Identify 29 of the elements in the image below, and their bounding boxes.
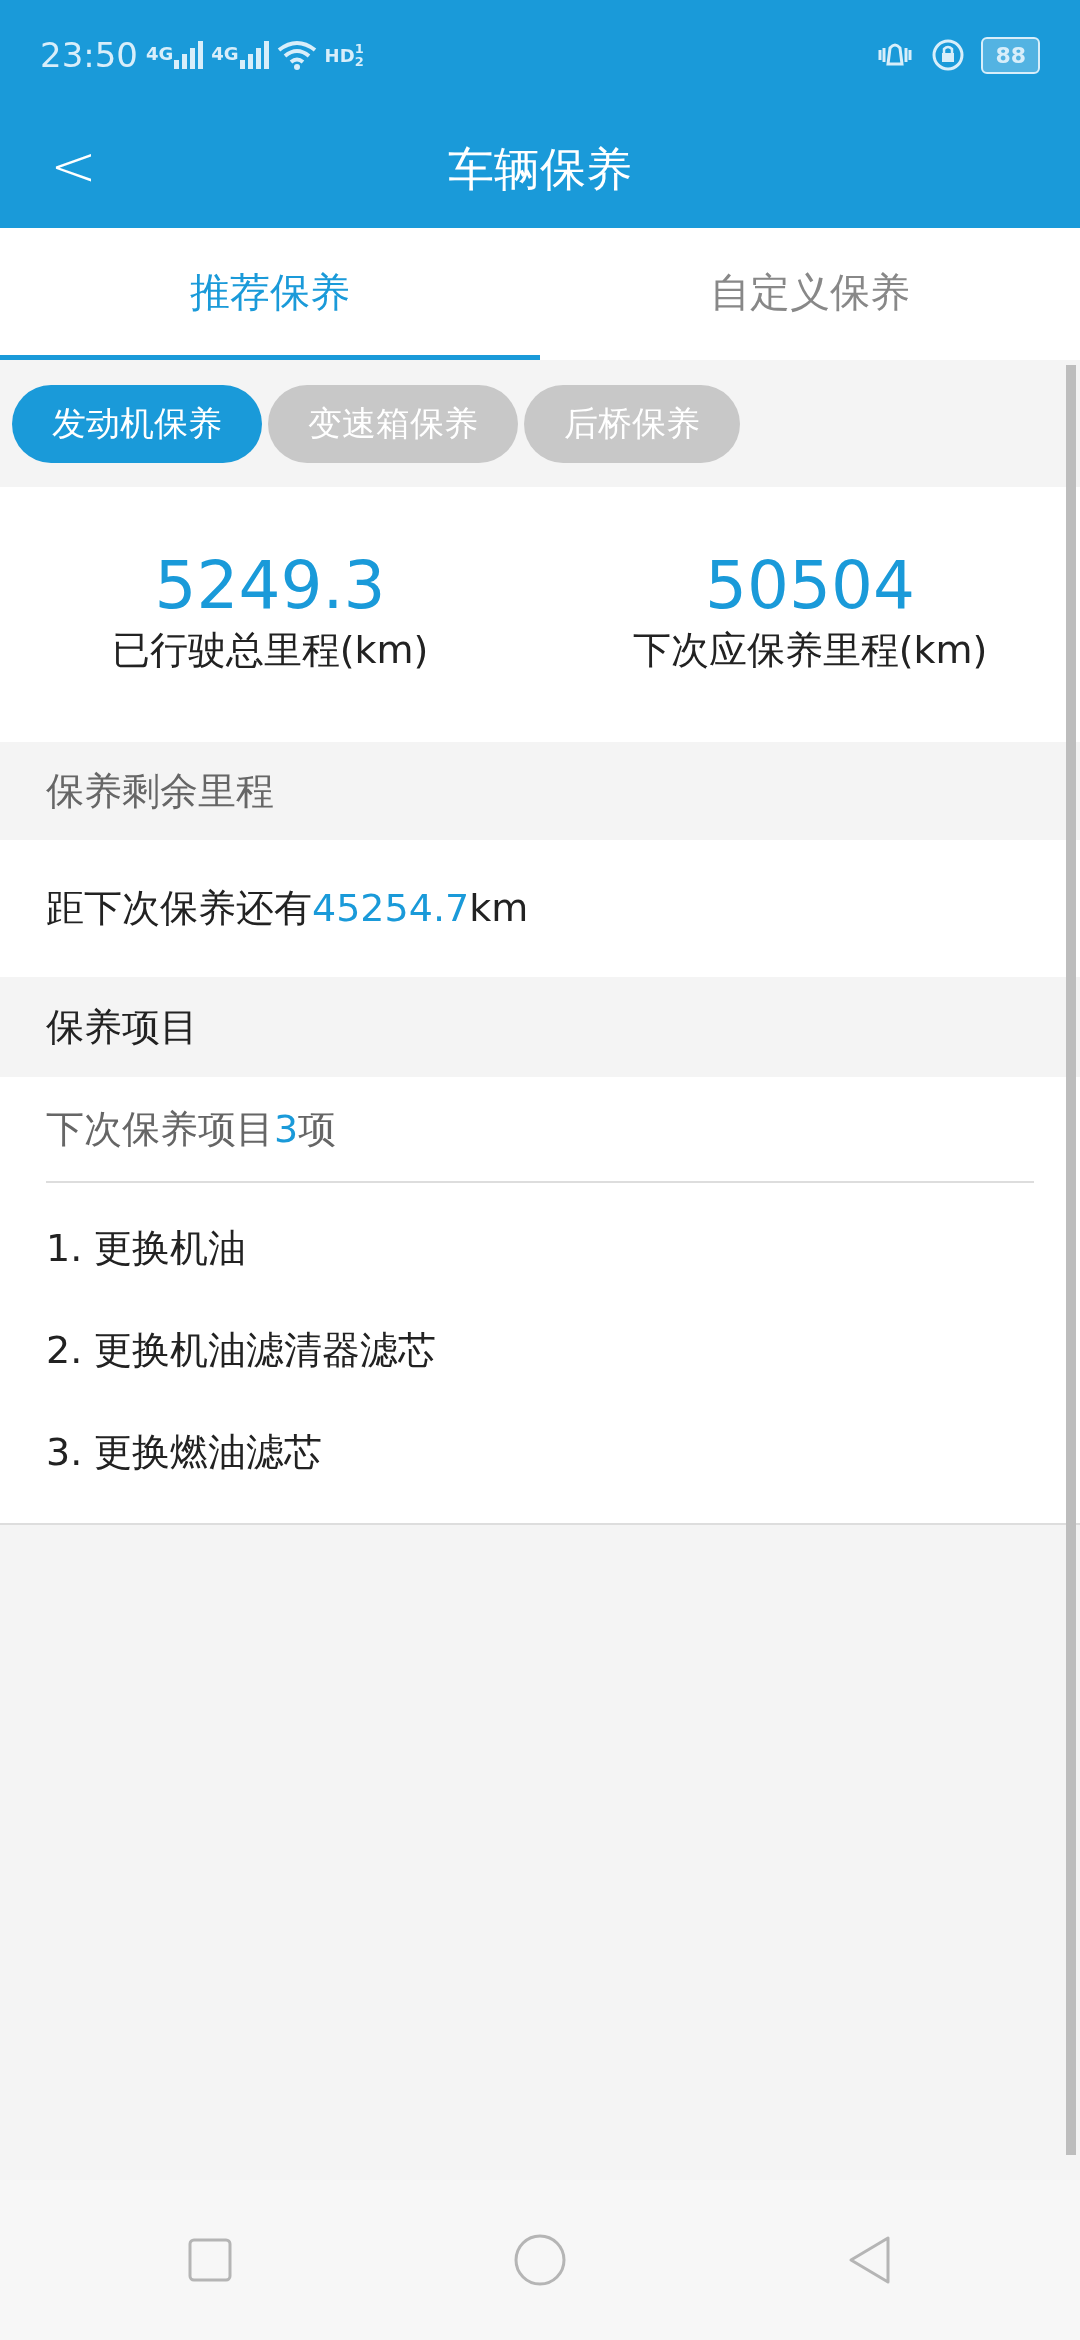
sim-slot-label: 2 bbox=[354, 55, 364, 68]
category-chip[interactable]: 发动机保养 bbox=[12, 384, 262, 463]
tab[interactable]: 自定义保养 bbox=[540, 228, 1080, 360]
stat-label: 下次应保养里程(km) bbox=[632, 627, 988, 675]
home-icon[interactable] bbox=[513, 2233, 567, 2287]
item-count-text: 下次保养项目 3项 bbox=[46, 1105, 337, 1153]
maintenance-item: 3. 更换燃油滤芯 bbox=[46, 1428, 323, 1476]
clock-time: 23:50 bbox=[40, 33, 138, 77]
stat-value: 50504 bbox=[705, 549, 915, 623]
battery-level: 88 bbox=[981, 36, 1040, 74]
hd-label: HD bbox=[324, 43, 355, 68]
section-heading: 保养剩余里程 bbox=[46, 767, 274, 815]
network-type-label: 4G bbox=[146, 42, 174, 66]
signal-icon bbox=[173, 40, 204, 70]
stat-label: 已行驶总里程(km) bbox=[111, 627, 429, 675]
section-heading: 保养项目 bbox=[46, 1003, 198, 1051]
stat-value: 5249.3 bbox=[154, 549, 386, 623]
maintenance-item: 1. 更换机油 bbox=[46, 1224, 247, 1272]
rotation-lock-icon bbox=[931, 38, 966, 72]
page-title: 车辆保养 bbox=[448, 140, 632, 198]
signal-icon bbox=[238, 40, 269, 70]
remaining-distance-text: 距下次保养还有45254.7km bbox=[46, 885, 529, 932]
wifi-icon bbox=[276, 40, 317, 70]
sim-slot-label: 1 bbox=[354, 42, 364, 55]
maintenance-item: 2. 更换机油滤清器滤芯 bbox=[46, 1326, 437, 1374]
back-icon[interactable] bbox=[847, 2235, 892, 2285]
network-type-label: 4G bbox=[211, 42, 239, 66]
recent-apps-icon[interactable] bbox=[188, 2238, 233, 2282]
back-button[interactable]: < bbox=[40, 138, 107, 194]
